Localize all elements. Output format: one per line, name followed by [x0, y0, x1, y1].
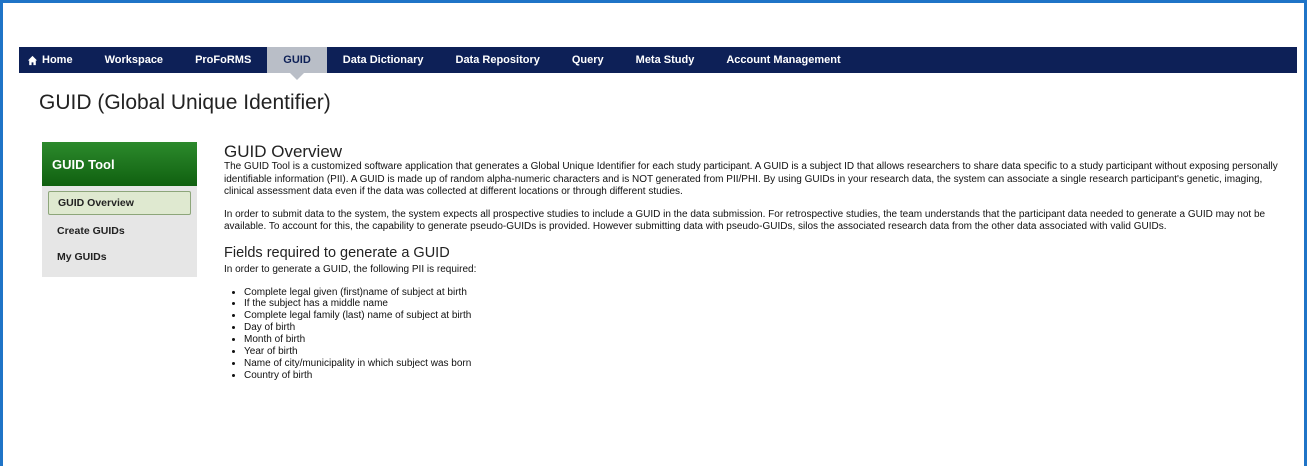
list-item: Day of birth: [244, 322, 1294, 334]
list-item: Complete legal given (first)name of subj…: [244, 287, 1294, 299]
list-item: Month of birth: [244, 334, 1294, 346]
list-item: Complete legal family (last) name of sub…: [244, 310, 1294, 322]
fields-heading: Fields required to generate a GUID: [224, 244, 450, 261]
list-item: Country of birth: [244, 370, 1294, 382]
home-icon: [27, 55, 38, 65]
nav-meta-study[interactable]: Meta Study: [620, 47, 711, 73]
nav-data-dictionary[interactable]: Data Dictionary: [327, 47, 440, 73]
nav-home[interactable]: Home: [19, 47, 89, 73]
overview-heading: GUID Overview: [224, 142, 343, 161]
page-title: GUID (Global Unique Identifier): [39, 91, 331, 114]
nav-query[interactable]: Query: [556, 47, 620, 73]
main-content: GUID Overview The GUID Tool is a customi…: [224, 142, 1294, 382]
overview-paragraph-1: The GUID Tool is a customized software a…: [224, 161, 1278, 198]
list-item: Year of birth: [244, 346, 1294, 358]
nav-account-management[interactable]: Account Management: [710, 47, 856, 73]
sidebar-item-create-guids[interactable]: Create GUIDs: [42, 218, 197, 244]
browser-frame: Home Workspace ProFoRMS GUID Data Dictio…: [0, 0, 1307, 466]
nav-home-label: Home: [42, 54, 73, 66]
nav-data-repository[interactable]: Data Repository: [440, 47, 556, 73]
fields-intro: In order to generate a GUID, the followi…: [224, 263, 477, 275]
sidebar-item-my-guids[interactable]: My GUIDs: [42, 244, 197, 270]
nav-guid[interactable]: GUID: [267, 47, 327, 80]
main-navbar: Home Workspace ProFoRMS GUID Data Dictio…: [19, 47, 1297, 80]
sidebar-menu: GUID Overview Create GUIDs My GUIDs: [42, 186, 197, 277]
sidebar-item-guid-overview[interactable]: GUID Overview: [48, 191, 191, 215]
sidebar-header: GUID Tool: [42, 142, 197, 186]
list-item: Name of city/municipality in which subje…: [244, 358, 1294, 370]
nav-proforms[interactable]: ProFoRMS: [179, 47, 267, 73]
nav-workspace[interactable]: Workspace: [89, 47, 180, 73]
sidebar: GUID Tool GUID Overview Create GUIDs My …: [42, 142, 197, 277]
list-item: If the subject has a middle name: [244, 298, 1294, 310]
fields-list: Complete legal given (first)name of subj…: [224, 287, 1294, 382]
overview-paragraph-2: In order to submit data to the system, t…: [224, 208, 1266, 233]
